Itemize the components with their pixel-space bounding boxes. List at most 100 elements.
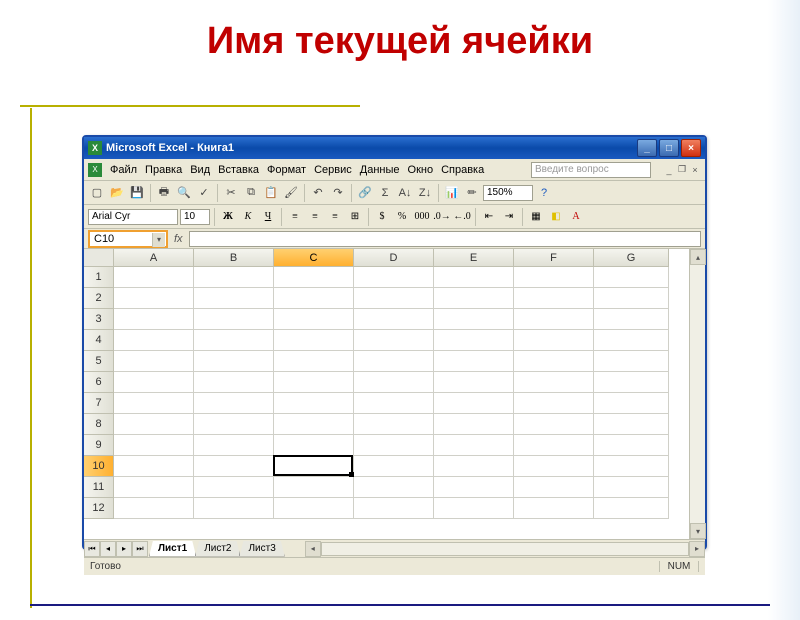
cell-B3[interactable] [194, 309, 274, 330]
cell-E1[interactable] [434, 267, 514, 288]
scroll-up-icon[interactable]: ▴ [690, 249, 706, 265]
decimal-inc-icon[interactable]: .0→ [433, 208, 451, 226]
print-icon[interactable]: 🖶 [155, 184, 173, 202]
font-name-box[interactable]: Arial Cyr [88, 209, 178, 225]
menu-edit[interactable]: Правка [145, 164, 182, 176]
sort-desc-icon[interactable]: Z↓ [416, 184, 434, 202]
cell-D3[interactable] [354, 309, 434, 330]
format-painter-icon[interactable]: 🖌 [282, 184, 300, 202]
cell-B12[interactable] [194, 498, 274, 519]
cell-C8[interactable] [274, 414, 354, 435]
cell-F4[interactable] [514, 330, 594, 351]
menu-format[interactable]: Формат [267, 164, 306, 176]
cell-C4[interactable] [274, 330, 354, 351]
cell-F6[interactable] [514, 372, 594, 393]
horizontal-scrollbar[interactable]: ◂ ▸ [305, 541, 705, 557]
link-icon[interactable]: 🔗 [356, 184, 374, 202]
cell-D9[interactable] [354, 435, 434, 456]
cell-G11[interactable] [594, 477, 669, 498]
spell-icon[interactable]: ✓ [195, 184, 213, 202]
align-right-icon[interactable]: ≡ [326, 208, 344, 226]
zoom-box[interactable]: 150% [483, 185, 533, 201]
cell-D2[interactable] [354, 288, 434, 309]
cell-A2[interactable] [114, 288, 194, 309]
scroll-right-icon[interactable]: ▸ [689, 541, 705, 557]
tab-first-icon[interactable]: ⏮ [84, 541, 100, 557]
cell-D12[interactable] [354, 498, 434, 519]
drawing-icon[interactable]: ✏ [463, 184, 481, 202]
cell-B7[interactable] [194, 393, 274, 414]
chart-icon[interactable]: 📊 [443, 184, 461, 202]
cell-G7[interactable] [594, 393, 669, 414]
sheet-tab-2[interactable]: Лист2 [195, 541, 240, 557]
cell-G8[interactable] [594, 414, 669, 435]
cell-A9[interactable] [114, 435, 194, 456]
cell-F5[interactable] [514, 351, 594, 372]
cell-C5[interactable] [274, 351, 354, 372]
cell-A1[interactable] [114, 267, 194, 288]
help-icon[interactable]: ? [535, 184, 553, 202]
select-all-corner[interactable] [84, 249, 114, 267]
cell-A10[interactable] [114, 456, 194, 477]
cell-G3[interactable] [594, 309, 669, 330]
undo-icon[interactable]: ↶ [309, 184, 327, 202]
column-header-C[interactable]: C [274, 249, 354, 267]
cell-B8[interactable] [194, 414, 274, 435]
cell-D7[interactable] [354, 393, 434, 414]
menu-help[interactable]: Справка [441, 164, 484, 176]
currency-icon[interactable]: $ [373, 208, 391, 226]
borders-icon[interactable]: ▦ [527, 208, 545, 226]
cell-F11[interactable] [514, 477, 594, 498]
cell-F12[interactable] [514, 498, 594, 519]
cell-C2[interactable] [274, 288, 354, 309]
new-icon[interactable]: ▢ [88, 184, 106, 202]
percent-icon[interactable]: % [393, 208, 411, 226]
cell-B4[interactable] [194, 330, 274, 351]
tab-last-icon[interactable]: ⏭ [132, 541, 148, 557]
cells[interactable] [114, 267, 689, 539]
cell-D8[interactable] [354, 414, 434, 435]
cell-A6[interactable] [114, 372, 194, 393]
cell-F7[interactable] [514, 393, 594, 414]
column-header-E[interactable]: E [434, 249, 514, 267]
cell-C3[interactable] [274, 309, 354, 330]
menu-data[interactable]: Данные [360, 164, 400, 176]
doc-close-button[interactable]: × [689, 164, 701, 176]
row-header-4[interactable]: 4 [84, 330, 114, 351]
cell-A8[interactable] [114, 414, 194, 435]
cell-D10[interactable] [354, 456, 434, 477]
row-header-10[interactable]: 10 [84, 456, 114, 477]
menu-view[interactable]: Вид [190, 164, 210, 176]
row-header-5[interactable]: 5 [84, 351, 114, 372]
cell-D4[interactable] [354, 330, 434, 351]
cell-F1[interactable] [514, 267, 594, 288]
fx-icon[interactable]: fx [174, 233, 183, 245]
merge-icon[interactable]: ⊞ [346, 208, 364, 226]
column-header-D[interactable]: D [354, 249, 434, 267]
open-icon[interactable]: 📂 [108, 184, 126, 202]
cell-E9[interactable] [434, 435, 514, 456]
bold-button[interactable]: Ж [219, 208, 237, 226]
cell-B5[interactable] [194, 351, 274, 372]
cell-F8[interactable] [514, 414, 594, 435]
cell-E11[interactable] [434, 477, 514, 498]
cell-E8[interactable] [434, 414, 514, 435]
cell-C1[interactable] [274, 267, 354, 288]
cell-C11[interactable] [274, 477, 354, 498]
cell-G1[interactable] [594, 267, 669, 288]
cell-F3[interactable] [514, 309, 594, 330]
menu-tools[interactable]: Сервис [314, 164, 352, 176]
name-box[interactable]: C10 ▾ [88, 230, 168, 248]
cell-C6[interactable] [274, 372, 354, 393]
font-size-box[interactable]: 10 [180, 209, 210, 225]
cell-A5[interactable] [114, 351, 194, 372]
column-header-B[interactable]: B [194, 249, 274, 267]
cell-F2[interactable] [514, 288, 594, 309]
cell-D1[interactable] [354, 267, 434, 288]
underline-button[interactable]: Ч [259, 208, 277, 226]
row-header-8[interactable]: 8 [84, 414, 114, 435]
vertical-scrollbar[interactable]: ▴ ▾ [689, 249, 705, 539]
workbook-icon[interactable]: X [88, 163, 102, 177]
maximize-button[interactable]: □ [659, 139, 679, 157]
cell-B10[interactable] [194, 456, 274, 477]
